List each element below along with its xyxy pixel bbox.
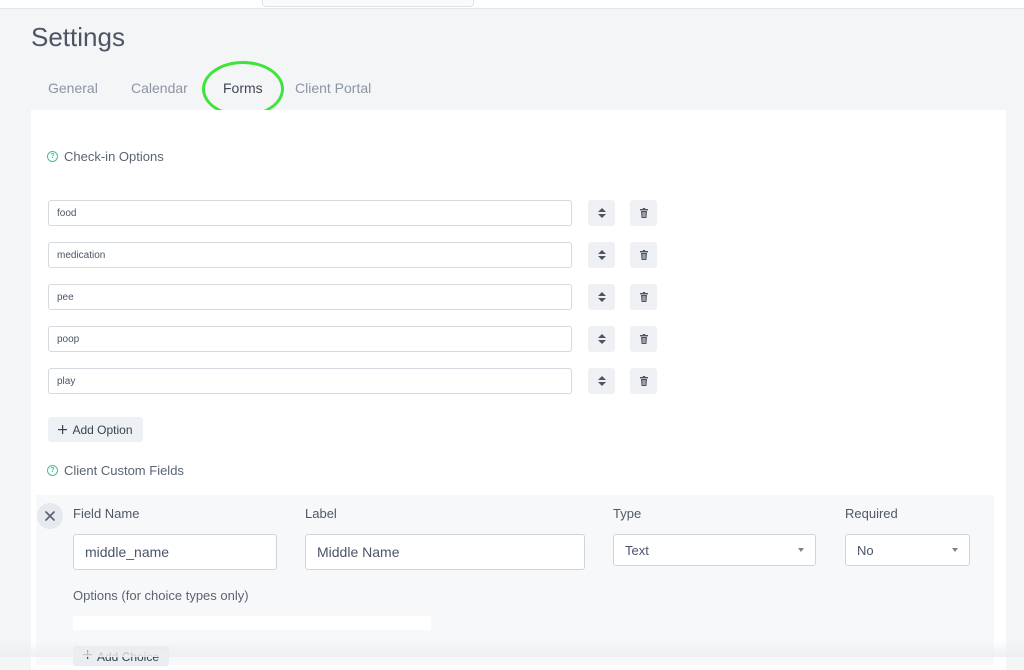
custom-fields-title: Client Custom Fields [64,463,184,478]
tab-client-portal[interactable]: Client Portal [295,80,371,96]
help-icon[interactable]: ? [47,151,58,162]
page-title: Settings [31,22,125,52]
trash-icon [639,334,648,344]
reorder-button[interactable] [588,284,615,310]
reorder-button[interactable] [588,242,615,268]
type-select[interactable]: Text [613,534,816,566]
trash-icon [639,208,648,218]
required-column-label: Required [845,506,898,521]
sort-arrows-icon [597,250,606,260]
trash-icon [639,376,648,386]
checkin-options-title: Check-in Options [64,149,164,164]
delete-option-button[interactable] [630,242,657,268]
search-input[interactable] [262,0,474,7]
close-icon [45,511,55,521]
required-select-value: No [857,542,874,558]
field-label-input[interactable] [305,534,585,570]
checkin-option-input[interactable] [48,368,572,394]
help-icon[interactable]: ? [47,465,58,476]
reorder-button[interactable] [588,200,615,226]
type-column-label: Type [613,506,642,521]
checkin-options-heading: ? Check-in Options [47,149,164,164]
checkin-option-input[interactable] [48,200,572,226]
sort-arrows-icon [597,292,606,302]
choice-options-area [73,616,431,630]
bottom-fade [0,640,1024,657]
delete-option-button[interactable] [630,200,657,226]
checkin-option-input[interactable] [48,242,572,268]
type-select-value: Text [625,542,649,558]
tab-calendar[interactable]: Calendar [131,80,188,96]
sort-arrows-icon [597,376,606,386]
required-select[interactable]: No [845,534,970,566]
choice-options-label: Options (for choice types only) [73,588,249,603]
field-name-input[interactable] [73,534,277,570]
checkin-option-input[interactable] [48,326,572,352]
sort-arrows-icon [597,208,606,218]
checkin-option-input[interactable] [48,284,572,310]
chevron-down-icon [952,548,958,552]
tab-general[interactable]: General [48,80,98,96]
top-bar [0,0,1024,9]
sort-arrows-icon [597,334,606,344]
plus-icon [58,425,68,434]
remove-field-button[interactable] [37,503,63,529]
custom-fields-heading: ? Client Custom Fields [47,463,184,478]
trash-icon [639,250,648,260]
reorder-button[interactable] [588,326,615,352]
delete-option-button[interactable] [630,326,657,352]
delete-option-button[interactable] [630,368,657,394]
chevron-down-icon [798,548,804,552]
field-name-label: Field Name [73,506,140,521]
reorder-button[interactable] [588,368,615,394]
highlight-annotation-circle [202,61,284,117]
delete-option-button[interactable] [630,284,657,310]
add-option-label: Add Option [72,422,133,437]
label-column-label: Label [305,506,337,521]
trash-icon [639,292,648,302]
add-option-button[interactable]: Add Option [48,417,143,442]
